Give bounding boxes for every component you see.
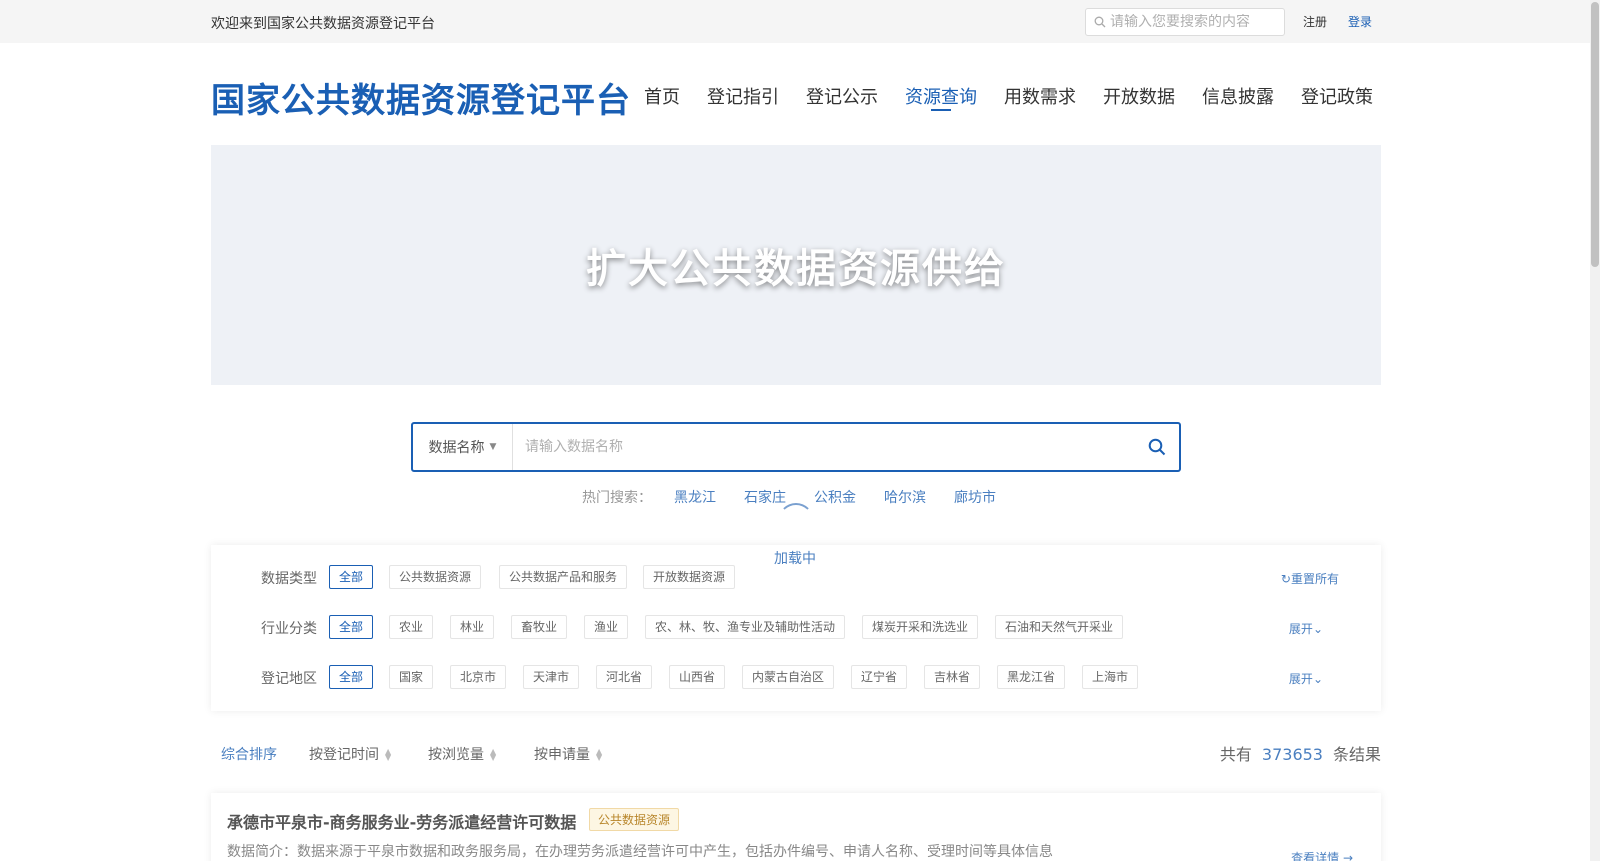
loading-indicator (775, 503, 817, 539)
login-link[interactable]: 登录 (1348, 13, 1372, 30)
search-button[interactable] (1135, 424, 1179, 470)
loading-spinner-icon (778, 503, 814, 539)
total-count: 373653 (1261, 745, 1323, 764)
search-type-label: 数据名称 (428, 440, 485, 456)
top-bar: 欢迎来到国家公共数据资源登记平台 注册 登录 (0, 0, 1600, 43)
expand-label: 展开 (1288, 672, 1313, 686)
sort-icon: ▲ ▼ (596, 747, 603, 762)
nav-active-indicator (931, 109, 951, 111)
welcome-text: 欢迎来到国家公共数据资源登记平台 (211, 16, 435, 32)
top-search-input[interactable] (1110, 14, 1280, 30)
sort-icon: ▲ ▼ (385, 747, 392, 762)
expand-button[interactable]: 展开⌄ (1289, 670, 1323, 687)
filter-label: 行业分类 (261, 621, 317, 637)
nav-guide[interactable]: 登记指引 (707, 83, 779, 109)
filter-tag[interactable]: 公共数据资源 (389, 565, 482, 589)
filter-tag[interactable]: 吉林省 (924, 665, 981, 689)
banner-title: 扩大公共数据资源供给 (586, 246, 1006, 292)
top-search-box[interactable] (1085, 8, 1285, 36)
reset-all-button[interactable]: ↻重置所有 (1281, 570, 1339, 587)
hot-searches-label: 热门搜索： (582, 490, 652, 506)
chevron-down-icon: ▼ (489, 442, 497, 452)
sort-by-views[interactable]: 按浏览量 ▲ ▼ (428, 744, 496, 764)
filter-tag[interactable]: 天津市 (523, 665, 580, 689)
result-title[interactable]: 承德市平泉市-商务服务业-劳务派遣经营许可数据 (227, 809, 576, 833)
filter-tag[interactable]: 辽宁省 (851, 665, 908, 689)
hot-tag[interactable]: 廊坊市 (954, 490, 996, 506)
filter-row-data-type: 数据类型 全部 公共数据资源 公共数据产品和服务 开放数据资源 ↻重置所有 (261, 565, 1351, 589)
filter-tag[interactable]: 畜牧业 (511, 615, 568, 639)
sort-by-register-time[interactable]: 按登记时间 ▲ ▼ (309, 744, 391, 764)
nav-open-data[interactable]: 开放数据 (1103, 83, 1175, 109)
filter-tag[interactable]: 全部 (329, 565, 374, 589)
page-scrollbar[interactable] (1590, 0, 1600, 861)
filter-tag[interactable]: 内蒙古自治区 (742, 665, 835, 689)
filter-tag[interactable]: 全部 (329, 615, 374, 639)
nav-resource-query[interactable]: 资源查询 (905, 83, 977, 109)
filter-tag[interactable]: 石油和天然气开采业 (995, 615, 1124, 639)
search-input[interactable] (513, 424, 1135, 470)
search-type-select[interactable]: 数据名称 ▼ (413, 424, 513, 470)
filter-tag[interactable]: 公共数据产品和服务 (499, 565, 628, 589)
nav-disclosure[interactable]: 信息披露 (1202, 83, 1274, 109)
sort-icon: ▲ ▼ (490, 747, 497, 762)
filter-tag[interactable]: 煤炭开采和洗选业 (862, 615, 979, 639)
filter-tag[interactable]: 渔业 (584, 615, 629, 639)
result-description: 数据简介：数据来源于平泉市数据和政务服务局，在办理劳务派遣经营许可中产生，包括办… (227, 844, 1053, 860)
hot-tag[interactable]: 黑龙江 (674, 490, 716, 506)
filter-tag[interactable]: 黑龙江省 (997, 665, 1066, 689)
nav-announcement[interactable]: 登记公示 (806, 83, 878, 109)
hot-tag[interactable]: 公积金 (814, 490, 856, 506)
filter-tag[interactable]: 林业 (450, 615, 495, 639)
loading-text: 加载中 (774, 551, 816, 567)
result-total: 共有 373653 条结果 (1220, 741, 1381, 765)
view-detail-label: 查看详情 (1291, 851, 1340, 861)
chevron-down-icon: ⌄ (1312, 672, 1323, 686)
filter-tag[interactable]: 农、林、牧、渔专业及辅助性活动 (645, 615, 846, 639)
filter-row-region: 登记地区 全部 国家 北京市 天津市 河北省 山西省 内蒙古自治区 辽宁省 吉林… (261, 665, 1351, 689)
sort-label: 按登记时间 (309, 747, 379, 763)
register-link[interactable]: 注册 (1303, 13, 1327, 30)
filter-tag[interactable]: 山西省 (669, 665, 726, 689)
total-prefix: 共有 (1219, 745, 1252, 764)
result-type-badge: 公共数据资源 (589, 808, 680, 831)
hot-tag[interactable]: 哈尔滨 (884, 490, 926, 506)
total-suffix: 条结果 (1332, 745, 1381, 764)
filter-tag[interactable]: 上海市 (1082, 665, 1139, 689)
search-icon (1094, 16, 1106, 28)
refresh-icon: ↻ (1280, 572, 1291, 586)
reset-all-label: 重置所有 (1290, 572, 1339, 586)
filter-tag[interactable]: 河北省 (596, 665, 653, 689)
search-icon (1148, 438, 1166, 456)
filter-tag[interactable]: 北京市 (450, 665, 507, 689)
sort-label: 按浏览量 (428, 747, 484, 763)
arrow-right-icon: → (1339, 851, 1353, 861)
sort-by-applications[interactable]: 按申请量 ▲ ▼ (534, 744, 602, 764)
filter-tag[interactable]: 全部 (329, 665, 374, 689)
filter-label: 数据类型 (261, 571, 317, 587)
main-search-box: 数据名称 ▼ (411, 422, 1181, 472)
filter-tag[interactable]: 国家 (389, 665, 434, 689)
nav-policy[interactable]: 登记政策 (1301, 83, 1373, 109)
site-logo[interactable]: 国家公共数据资源登记平台 (211, 73, 631, 122)
scrollbar-thumb[interactable] (1591, 2, 1599, 267)
expand-button[interactable]: 展开⌄ (1289, 620, 1323, 637)
filter-panel: 数据类型 全部 公共数据资源 公共数据产品和服务 开放数据资源 ↻重置所有 行业… (211, 545, 1381, 711)
sort-comprehensive[interactable]: 综合排序 (221, 744, 277, 764)
sort-label: 按申请量 (534, 747, 590, 763)
expand-label: 展开 (1288, 622, 1313, 636)
filter-tag[interactable]: 开放数据资源 (643, 565, 736, 589)
sort-bar: 综合排序 按登记时间 ▲ ▼ 按浏览量 ▲ ▼ 按申请量 ▲ ▼ 共有 373653 条结果 (211, 741, 1381, 765)
view-detail-link[interactable]: 查看详情 → (1291, 849, 1353, 861)
filter-label: 登记地区 (261, 671, 317, 687)
hero-banner: 扩大公共数据资源供给 (211, 145, 1381, 385)
filter-row-industry: 行业分类 全部 农业 林业 畜牧业 渔业 农、林、牧、渔专业及辅助性活动 煤炭开… (261, 615, 1351, 639)
filter-tag[interactable]: 农业 (389, 615, 434, 639)
chevron-down-icon: ⌄ (1312, 622, 1323, 636)
result-item[interactable]: 承德市平泉市-商务服务业-劳务派遣经营许可数据 公共数据资源 数据简介：数据来源… (211, 793, 1381, 861)
nav-home[interactable]: 首页 (644, 83, 680, 109)
nav-data-demand[interactable]: 用数需求 (1004, 83, 1076, 109)
